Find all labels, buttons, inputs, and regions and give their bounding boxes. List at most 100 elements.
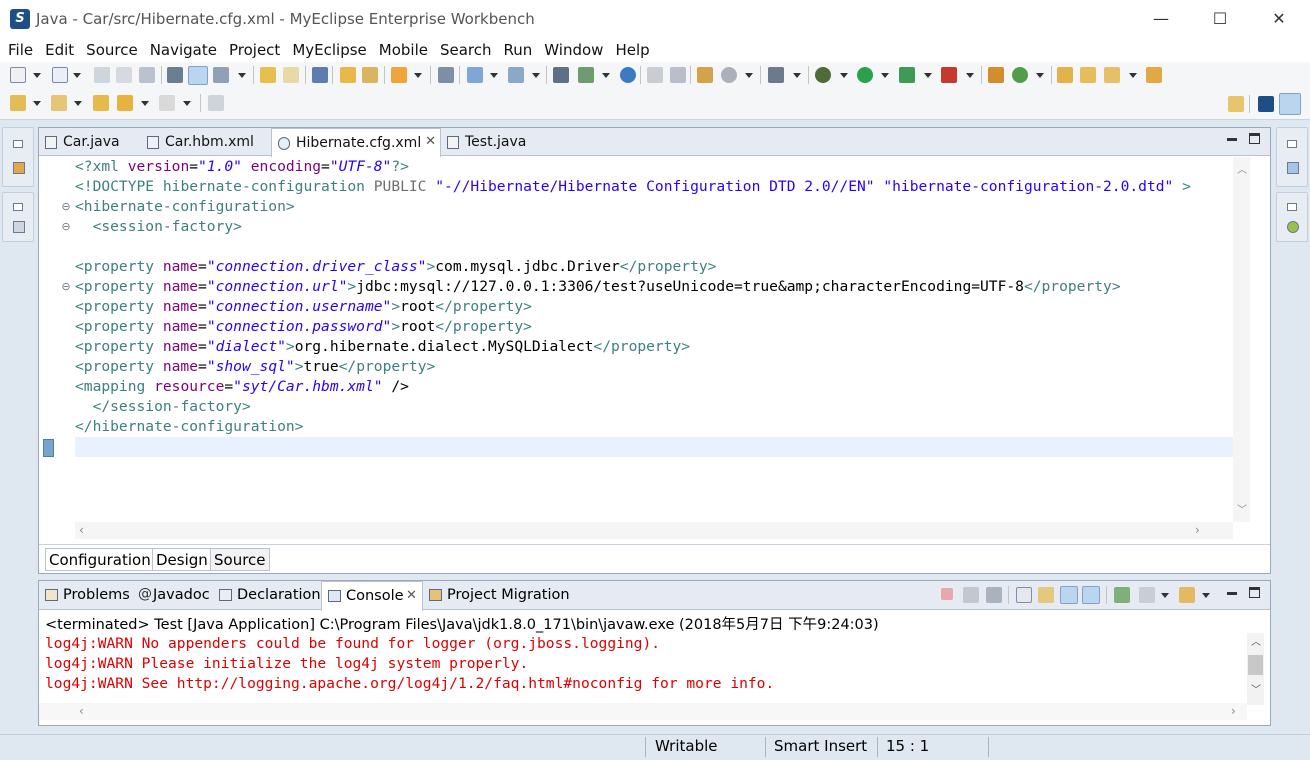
new-class-dropdown-icon[interactable] <box>1036 73 1044 78</box>
spring-leaf-icon[interactable] <box>1287 221 1299 233</box>
run-dropdown-icon[interactable] <box>881 73 889 78</box>
scroll-up-icon[interactable]: ︿ <box>1237 161 1247 176</box>
myeclipse-perspective-icon[interactable] <box>1258 96 1274 112</box>
previous-edit-dropdown-icon[interactable] <box>74 101 82 106</box>
globe-icon[interactable] <box>620 67 636 83</box>
code-line[interactable]: <mapping resource="syt/Car.hbm.xml" /> <box>75 377 409 397</box>
open-folder-icon[interactable] <box>1057 67 1073 83</box>
tab-source[interactable]: Source <box>210 548 270 571</box>
editor-vertical-scrollbar[interactable]: ︿ ﹀ <box>1233 157 1250 522</box>
external-tools-dropdown-icon[interactable] <box>966 73 974 78</box>
scroll-lock-icon[interactable] <box>1038 587 1054 603</box>
breadcrumb-dropdown-icon[interactable] <box>238 73 246 78</box>
tab-car-java[interactable]: Car.java <box>39 128 128 156</box>
ui-designer-icon[interactable] <box>697 67 713 83</box>
open-connection-icon[interactable] <box>647 67 663 83</box>
fold-toggle-icon[interactable]: ⊖ <box>61 201 71 212</box>
search-tool-dropdown-icon[interactable] <box>1129 73 1137 78</box>
open-resource-icon[interactable] <box>362 67 378 83</box>
code-line[interactable] <box>75 437 1233 457</box>
menu-navigate[interactable]: Navigate <box>146 38 221 62</box>
debug-server-icon[interactable] <box>508 67 524 83</box>
screenshot-icon[interactable] <box>768 67 784 83</box>
open-type-icon[interactable] <box>340 67 356 83</box>
forward-icon[interactable] <box>159 95 175 111</box>
profile-icon[interactable] <box>721 67 737 83</box>
new-icon[interactable] <box>10 67 26 83</box>
new-java-class-icon[interactable] <box>1012 67 1028 83</box>
profile-dropdown-icon[interactable] <box>745 73 753 78</box>
previous-annotation-icon[interactable] <box>283 67 299 83</box>
outline-view-icon[interactable] <box>13 221 25 233</box>
scroll-down-icon[interactable]: ﹀ <box>1237 501 1247 516</box>
code-line[interactable]: <!DOCTYPE hibernate-configuration PUBLIC… <box>75 177 1191 197</box>
tab-car-hbm-xml[interactable]: Car.hbm.xml <box>141 128 262 156</box>
word-wrap-icon[interactable] <box>1060 586 1078 604</box>
tab-console[interactable]: Console ✕ <box>321 581 423 611</box>
code-line[interactable]: </session-factory> <box>75 397 251 417</box>
tab-javadoc[interactable]: @ Javadoc <box>133 581 214 610</box>
code-line[interactable]: <?xml version="1.0" encoding="UTF-8"?> <box>75 157 409 177</box>
minimize-view-icon[interactable] <box>1227 592 1237 595</box>
coverage-icon[interactable] <box>899 67 915 83</box>
menu-help[interactable]: Help <box>611 38 653 62</box>
console-vertical-scrollbar[interactable]: ︿ ﹀ <box>1247 633 1264 705</box>
next-edit-location-icon[interactable] <box>10 95 26 111</box>
next-edit-dropdown-icon[interactable] <box>33 101 41 106</box>
restore-icon[interactable] <box>1287 140 1297 148</box>
skip-breakpoints-icon[interactable] <box>312 67 328 83</box>
maximize-button[interactable]: ☐ <box>1197 6 1243 32</box>
minimize-button[interactable]: — <box>1138 6 1184 32</box>
open-task-icon[interactable] <box>1146 67 1162 83</box>
scroll-left-icon[interactable]: ‹ <box>79 523 84 537</box>
menu-search[interactable]: Search <box>436 38 496 62</box>
fold-toggle-icon[interactable]: ⊖ <box>61 221 71 232</box>
tab-test-java[interactable]: Test.java <box>441 128 534 156</box>
new-wizard-icon[interactable] <box>52 67 68 83</box>
toggle-breadcrumb-icon[interactable] <box>213 67 229 83</box>
code-line[interactable]: <property name="connection.driver_class"… <box>75 257 716 277</box>
scroll-down-icon[interactable]: ﹀ <box>1251 681 1261 696</box>
tab-design[interactable]: Design <box>152 548 212 571</box>
debug-server-dropdown-icon[interactable] <box>532 73 540 78</box>
tab-hibernate-cfg-xml[interactable]: Hibernate.cfg.xml ✕ <box>271 128 441 157</box>
previous-edit-location-icon[interactable] <box>51 95 67 111</box>
display-console-dropdown-icon[interactable] <box>1161 593 1169 598</box>
save-all-icon[interactable] <box>116 67 132 83</box>
menu-myeclipse[interactable]: MyEclipse <box>288 38 370 62</box>
console-horizontal-scrollbar[interactable]: ‹ › <box>39 703 1247 720</box>
web-project-dropdown-icon[interactable] <box>602 73 610 78</box>
new-web-project-icon[interactable] <box>578 67 594 83</box>
open-console-icon[interactable] <box>1179 587 1195 603</box>
run-icon[interactable] <box>857 67 873 83</box>
package-explorer-icon[interactable] <box>13 162 25 174</box>
coverage-dropdown-icon[interactable] <box>924 73 932 78</box>
menu-mobile[interactable]: Mobile <box>375 38 432 62</box>
scroll-right-icon[interactable]: › <box>1195 523 1200 537</box>
open-project-icon[interactable] <box>1080 67 1096 83</box>
new-dropdown-icon[interactable] <box>33 73 41 78</box>
new-wizard-dropdown-icon[interactable] <box>73 73 81 78</box>
minimize-view-icon[interactable] <box>1227 138 1237 141</box>
code-line[interactable]: <session-factory> <box>75 217 242 237</box>
code-line[interactable]: <property name="show_sql">true</property… <box>75 357 435 377</box>
menu-file[interactable]: File <box>4 38 37 62</box>
open-perspective-icon[interactable] <box>1228 96 1244 112</box>
outline-icon[interactable] <box>1287 162 1299 174</box>
close-tab-icon[interactable]: ✕ <box>406 588 417 603</box>
editor-horizontal-scrollbar[interactable]: ‹ › <box>75 522 1233 539</box>
code-line[interactable]: <property name="dialect">org.hibernate.d… <box>75 337 690 357</box>
restore-icon[interactable] <box>13 140 23 148</box>
back-dropdown-icon[interactable] <box>141 101 149 106</box>
scroll-up-icon[interactable]: ︿ <box>1251 633 1261 648</box>
remove-all-terminated-icon[interactable] <box>986 587 1002 603</box>
web-services-icon[interactable] <box>553 67 569 83</box>
pin-console-icon[interactable] <box>1114 587 1130 603</box>
scroll-left-icon[interactable]: ‹ <box>79 704 84 718</box>
toggle-mark-icon[interactable] <box>188 66 208 85</box>
tab-problems[interactable]: Problems <box>39 581 134 610</box>
back-icon[interactable] <box>117 95 133 111</box>
next-annotation-icon[interactable] <box>260 67 276 83</box>
menu-edit[interactable]: Edit <box>41 38 78 62</box>
close-tab-icon[interactable]: ✕ <box>425 134 436 149</box>
